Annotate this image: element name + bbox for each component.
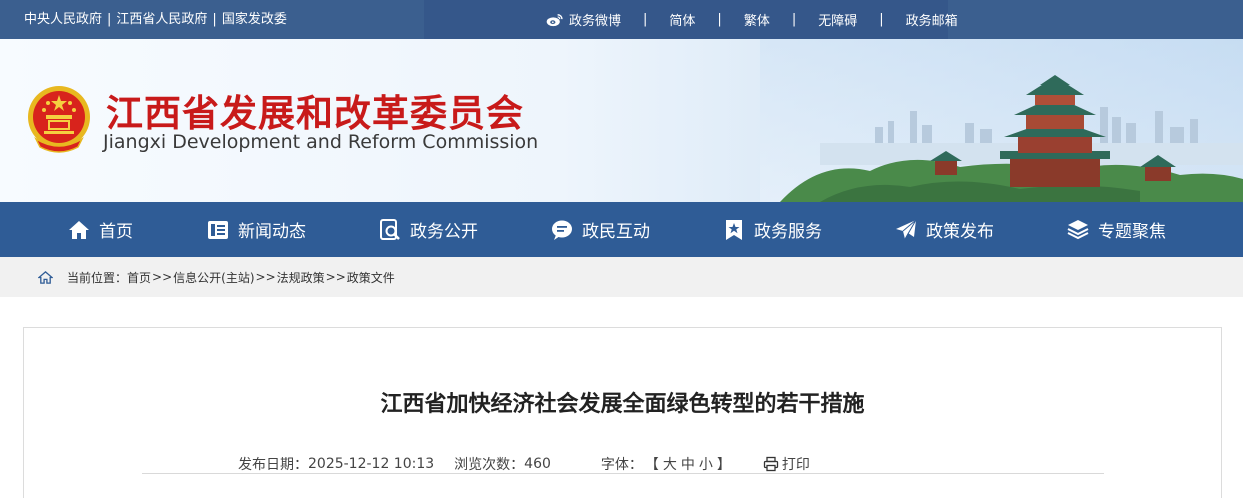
link-traditional[interactable]: 繁体 (744, 10, 770, 29)
nav-policy-release-label: 政策发布 (926, 222, 994, 242)
font-size-options: 【大中小】 (643, 454, 733, 474)
view-count-label: 浏览次数： (454, 457, 525, 473)
main-nav: 首页 新闻动态 政务公开 政民互动 政务服务 政策发布 专题聚焦 (0, 202, 1243, 257)
bracket-open: 【 (644, 457, 659, 473)
publish-date: 2025-12-12 10:13 (308, 456, 435, 472)
nav-gov-affairs-open-label: 政务公开 (410, 222, 478, 242)
font-small-button[interactable]: 小 (699, 457, 713, 473)
breadcrumb-info-public[interactable]: 信息公开(主站) (173, 269, 254, 286)
bracket-close: 】 (716, 457, 731, 473)
nav-home[interactable]: 首页 (0, 202, 170, 257)
nav-news[interactable]: 新闻动态 (170, 202, 342, 257)
link-weibo-label: 政务微博 (569, 14, 622, 29)
link-accessibility[interactable]: 无障碍 (818, 10, 857, 29)
link-weibo[interactable]: 政务微博 (546, 10, 621, 29)
tengwang-pavilion-scenery (760, 39, 1243, 202)
news-icon (208, 220, 228, 239)
separator: | (107, 12, 112, 27)
breadcrumb-separator: >> (255, 270, 276, 284)
font-size-label: 字体： (600, 457, 643, 473)
home-icon (69, 220, 89, 239)
breadcrumb-home[interactable]: 首页 (127, 269, 151, 286)
meta-divider (142, 473, 1104, 474)
article-panel: 江西省加快经济社会发展全面绿色转型的若干措施 发布日期： 2025-12-12 … (23, 327, 1222, 498)
font-large-button[interactable]: 大 (663, 457, 677, 473)
site-title: 江西省发展和改革委员会 (106, 92, 524, 135)
printer-icon (763, 456, 779, 472)
layers-icon (1067, 219, 1089, 239)
nav-special-topics[interactable]: 专题聚焦 (1030, 202, 1202, 257)
view-count: 460 (524, 456, 551, 472)
top-links-right: 政务微博 | 简体 | 繁体 | 无障碍 | 政务邮箱 (546, 0, 958, 39)
nav-interaction-label: 政民互动 (582, 222, 650, 242)
breadcrumb-separator: >> (152, 270, 173, 284)
top-bar: 中央人民政府 | 江西省人民政府 | 国家发改委 政务微博 | 简体 | 繁体 | 无障… (0, 0, 1243, 39)
article-meta: 发布日期： 2025-12-12 10:13 浏览次数： 460 字体： 【大中… (238, 454, 810, 474)
separator: | (643, 12, 648, 27)
breadcrumb-prefix: 当前位置： (67, 270, 128, 285)
separator: | (791, 12, 797, 27)
chat-icon (552, 220, 572, 240)
link-gov-email[interactable]: 政务邮箱 (906, 10, 958, 29)
site-subtitle: Jiangxi Development and Reform Commissio… (103, 131, 539, 153)
font-medium-button[interactable]: 中 (681, 457, 695, 473)
link-ndrc[interactable]: 国家发改委 (222, 12, 287, 27)
nav-gov-affairs-open[interactable]: 政务公开 (342, 202, 514, 257)
breadcrumb: 当前位置： 首页 >> 信息公开(主站) >> 法规政策 >> 政策文件 (0, 257, 1243, 297)
national-emblem-icon (28, 86, 90, 153)
nav-home-label: 首页 (99, 222, 133, 242)
weibo-icon (546, 13, 563, 26)
bookmark-star-icon (726, 219, 742, 240)
print-button[interactable]: 打印 (763, 454, 810, 474)
print-label: 打印 (781, 457, 810, 473)
link-jiangxi-gov[interactable]: 江西省人民政府 (116, 12, 207, 27)
breadcrumb-separator: >> (325, 270, 346, 284)
nav-services[interactable]: 政务服务 (686, 202, 858, 257)
header-banner: 江西省发展和改革委员会 Jiangxi Development and Refo… (0, 39, 1243, 202)
separator: | (879, 12, 884, 27)
nav-special-topics-label: 专题聚焦 (1098, 222, 1166, 242)
publish-date-label: 发布日期： (238, 457, 308, 473)
search-doc-icon (380, 218, 400, 240)
top-links-left: 中央人民政府 | 江西省人民政府 | 国家发改委 (24, 0, 287, 39)
nav-news-label: 新闻动态 (238, 222, 306, 242)
breadcrumb-policy-files[interactable]: 政策文件 (347, 269, 395, 286)
link-central-gov[interactable]: 中央人民政府 (24, 12, 102, 27)
separator: | (717, 12, 722, 27)
link-simplified[interactable]: 简体 (669, 10, 695, 29)
nav-services-label: 政务服务 (754, 222, 822, 242)
separator: | (212, 12, 217, 27)
nav-policy-release[interactable]: 政策发布 (858, 202, 1030, 257)
paper-plane-icon (896, 219, 917, 239)
nav-interaction[interactable]: 政民互动 (514, 202, 686, 257)
home-icon (38, 270, 53, 284)
breadcrumb-policies[interactable]: 法规政策 (277, 269, 325, 286)
article-title: 江西省加快经济社会发展全面绿色转型的若干措施 (380, 392, 865, 417)
